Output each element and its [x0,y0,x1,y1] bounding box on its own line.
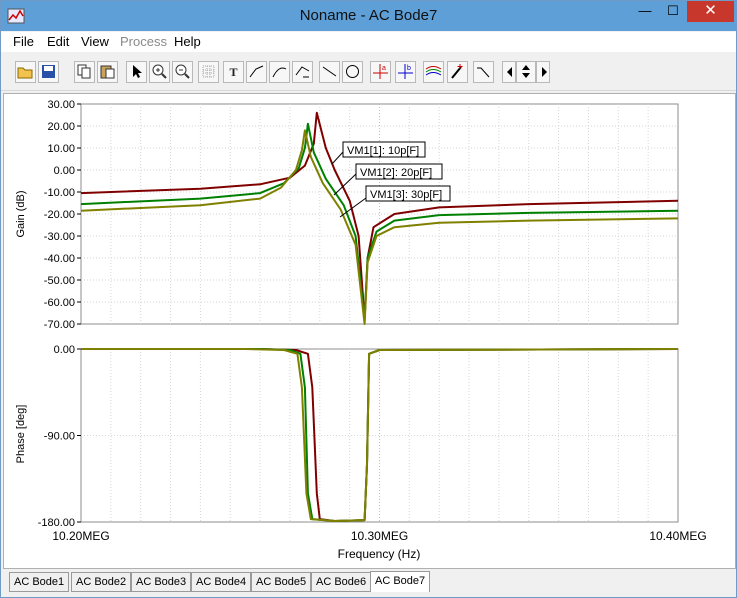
nav-up-down-icon[interactable] [516,61,536,83]
curve-rescale-icon[interactable] [292,61,313,83]
cursor-a-icon[interactable]: a [370,61,391,83]
gain-y-tick-label: -30.00 [44,231,75,243]
gain-y-tick-label: -10.00 [44,187,75,199]
gain-y-tick-label: -40.00 [44,253,75,265]
plot-canvas: 30.00 20.00 10.00 0.00 -10.00 -20.00 -30.00 -40… [3,93,736,569]
x-axis-label: Frequency (Hz) [338,547,421,561]
menu-process: Process [120,34,167,49]
toolbar: T a b [1,54,736,91]
gain-y-tick-label: 30.00 [47,99,75,111]
nav-right-icon[interactable] [536,61,550,83]
curve-tool-icon[interactable] [269,61,290,83]
gain-y-tick-label: -70.00 [44,319,75,331]
save-icon[interactable] [38,61,59,83]
x-tick-label: 10.20MEG [52,529,109,543]
close-button[interactable]: ✕ [687,1,734,22]
menu-bar: File Edit View Process Help [1,32,736,52]
pointer-icon[interactable] [126,61,147,83]
tab-ac-bode5[interactable]: AC Bode5 [251,572,312,592]
gain-y-tick-label: -60.00 [44,297,75,309]
title-bar[interactable]: Noname - AC Bode7 — ☐ ✕ [1,1,736,31]
gain-y-tick-label: 20.00 [47,121,75,133]
zoom-in-icon[interactable] [149,61,170,83]
circle-tool-icon[interactable] [342,61,363,83]
gain-y-tick-label: 0.00 [54,165,75,177]
curve-label-icon[interactable] [246,61,267,83]
x-tick-label: 10.40MEG [649,529,706,543]
gain-y-tick-labels: 30.00 20.00 10.00 0.00 -10.00 -20.00 -30.00 -40… [44,99,81,331]
tab-ac-bode6[interactable]: AC Bode6 [311,572,372,592]
annotation-vm1-2-text: VM1[2]: 20p[F] [360,167,432,179]
menu-help[interactable]: Help [174,34,201,49]
bode-plot: 30.00 20.00 10.00 0.00 -10.00 -20.00 -30.00 -40… [15,99,707,561]
paste-icon[interactable] [97,61,118,83]
tab-ac-bode4[interactable]: AC Bode4 [191,572,252,592]
line-tool-icon[interactable] [319,61,340,83]
copy-icon[interactable] [74,61,95,83]
menu-view[interactable]: View [81,34,109,49]
multi-curve-icon[interactable] [423,61,444,83]
nav-left-icon[interactable] [502,61,516,83]
step-icon[interactable] [473,61,494,83]
tab-ac-bode3[interactable]: AC Bode3 [131,572,192,592]
tab-ac-bode2[interactable]: AC Bode2 [71,572,132,592]
phase-y-tick-label: 0.00 [54,344,75,356]
tab-bar: AC Bode1 AC Bode2 AC Bode3 AC Bode4 AC B… [1,569,736,597]
x-tick-label: 10.30MEG [351,529,408,543]
tab-ac-bode1[interactable]: AC Bode1 [9,572,70,592]
tab-ac-bode7[interactable]: AC Bode7 [370,571,431,592]
open-file-icon[interactable] [15,61,36,83]
phase-axis-label: Phase [deg] [15,405,27,464]
text-tool-icon[interactable]: T [223,61,244,83]
phase-y-tick-label: -90.00 [44,431,75,443]
app-window: Noname - AC Bode7 — ☐ ✕ File Edit View P… [0,0,737,598]
menu-file[interactable]: File [13,34,34,49]
svg-text:b: b [407,65,411,72]
grid-icon[interactable] [198,61,219,83]
annotation-vm1-1-text: VM1[1]: 10p[F] [347,145,419,157]
svg-text:a: a [382,65,386,72]
gain-axis-label: Gain (dB) [15,190,27,237]
window-title: Noname - AC Bode7 [299,7,438,24]
gain-y-tick-label: -50.00 [44,275,75,287]
annotation-vm1-3-text: VM1[3]: 30p[F] [370,189,442,201]
cursor-b-icon[interactable]: b [395,61,416,83]
zoom-out-icon[interactable] [172,61,193,83]
gain-y-tick-label: -20.00 [44,209,75,221]
probe-icon[interactable] [447,61,468,83]
phase-y-tick-label: -180.00 [38,517,75,529]
maximize-button[interactable]: ☐ [659,1,687,22]
gain-y-tick-label: 10.00 [47,143,75,155]
menu-edit[interactable]: Edit [47,34,69,49]
minimize-button[interactable]: — [631,1,659,22]
phase-y-tick-labels: 0.00 -90.00 -180.00 [38,344,81,529]
x-tick-labels: 10.20MEG 10.30MEG 10.40MEG [52,529,706,543]
